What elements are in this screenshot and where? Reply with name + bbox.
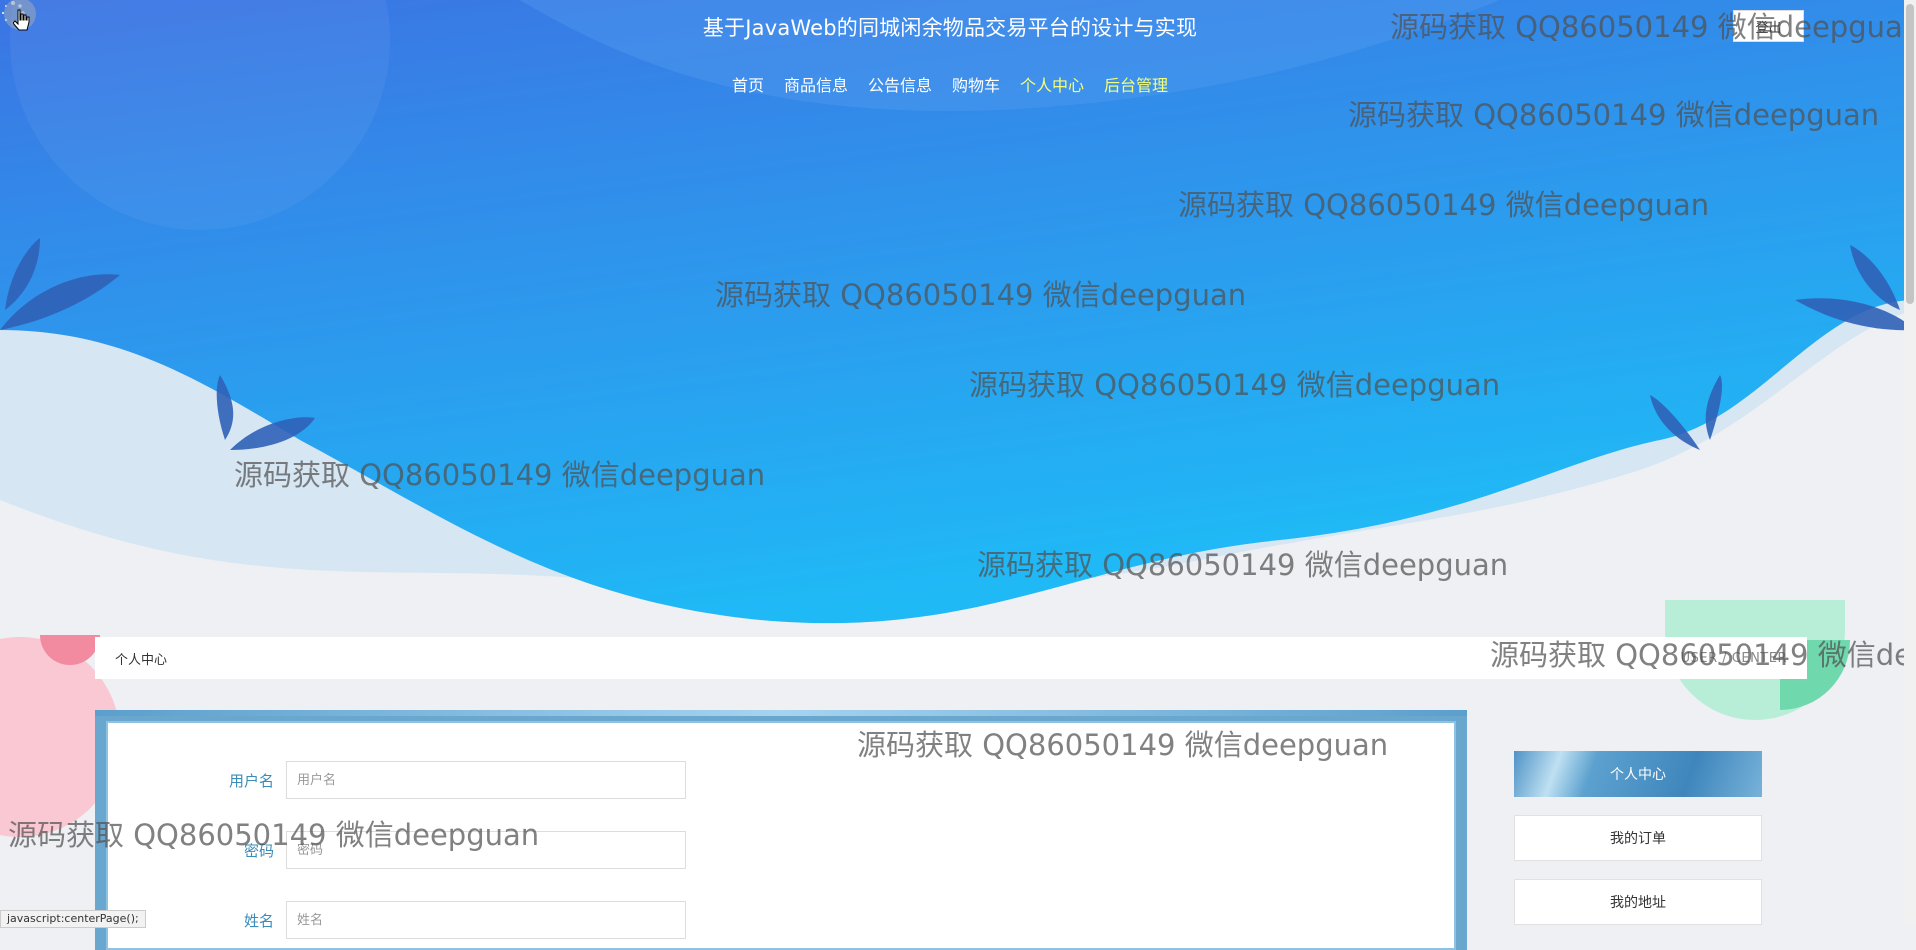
breadcrumb-title: 个人中心 — [115, 652, 168, 668]
nav-notices[interactable]: 公告信息 — [868, 72, 932, 96]
user-info-form: 用户名 密码 姓名 — [95, 710, 1467, 950]
side-menu-my-address[interactable]: 我的地址 — [1514, 879, 1762, 925]
password-input[interactable] — [286, 831, 686, 869]
hero-banner: 基于JavaWeb的同城闲余物品交易平台的设计与实现 首页 商品信息 公告信息 … — [0, 0, 1916, 640]
logout-button[interactable]: 登出 — [1733, 10, 1804, 42]
breadcrumb: 个人中心 USER / CENTER — [95, 637, 1807, 679]
hero-background — [0, 0, 1916, 624]
breadcrumb-subtitle: USER / CENTER — [1680, 650, 1787, 666]
site-title: 基于JavaWeb的同城闲余物品交易平台的设计与实现 — [702, 16, 1198, 40]
side-menu-my-orders[interactable]: 我的订单 — [1514, 815, 1762, 861]
form-row-password: 密码 — [106, 831, 686, 869]
username-label: 用户名 — [228, 771, 274, 790]
form-row-username: 用户名 — [106, 761, 686, 799]
vertical-scrollbar[interactable] — [1904, 0, 1916, 926]
nav-home[interactable]: 首页 — [732, 72, 764, 96]
nav-products[interactable]: 商品信息 — [784, 72, 848, 96]
scrollbar-thumb[interactable] — [1906, 4, 1914, 304]
password-label: 密码 — [243, 841, 274, 860]
main-nav: 首页 商品信息 公告信息 购物车 个人中心 后台管理 — [0, 72, 1900, 96]
nav-user-center[interactable]: 个人中心 — [1020, 72, 1084, 96]
form-row-name: 姓名 — [106, 901, 686, 939]
hand-cursor-icon — [4, 0, 36, 31]
side-menu-user-center[interactable]: 个人中心 — [1514, 751, 1762, 797]
username-input[interactable] — [286, 761, 686, 799]
name-input[interactable] — [286, 901, 686, 939]
nav-cart[interactable]: 购物车 — [952, 72, 1000, 96]
status-bar-url: javascript:centerPage(); — [0, 910, 146, 928]
nav-admin[interactable]: 后台管理 — [1104, 72, 1168, 96]
